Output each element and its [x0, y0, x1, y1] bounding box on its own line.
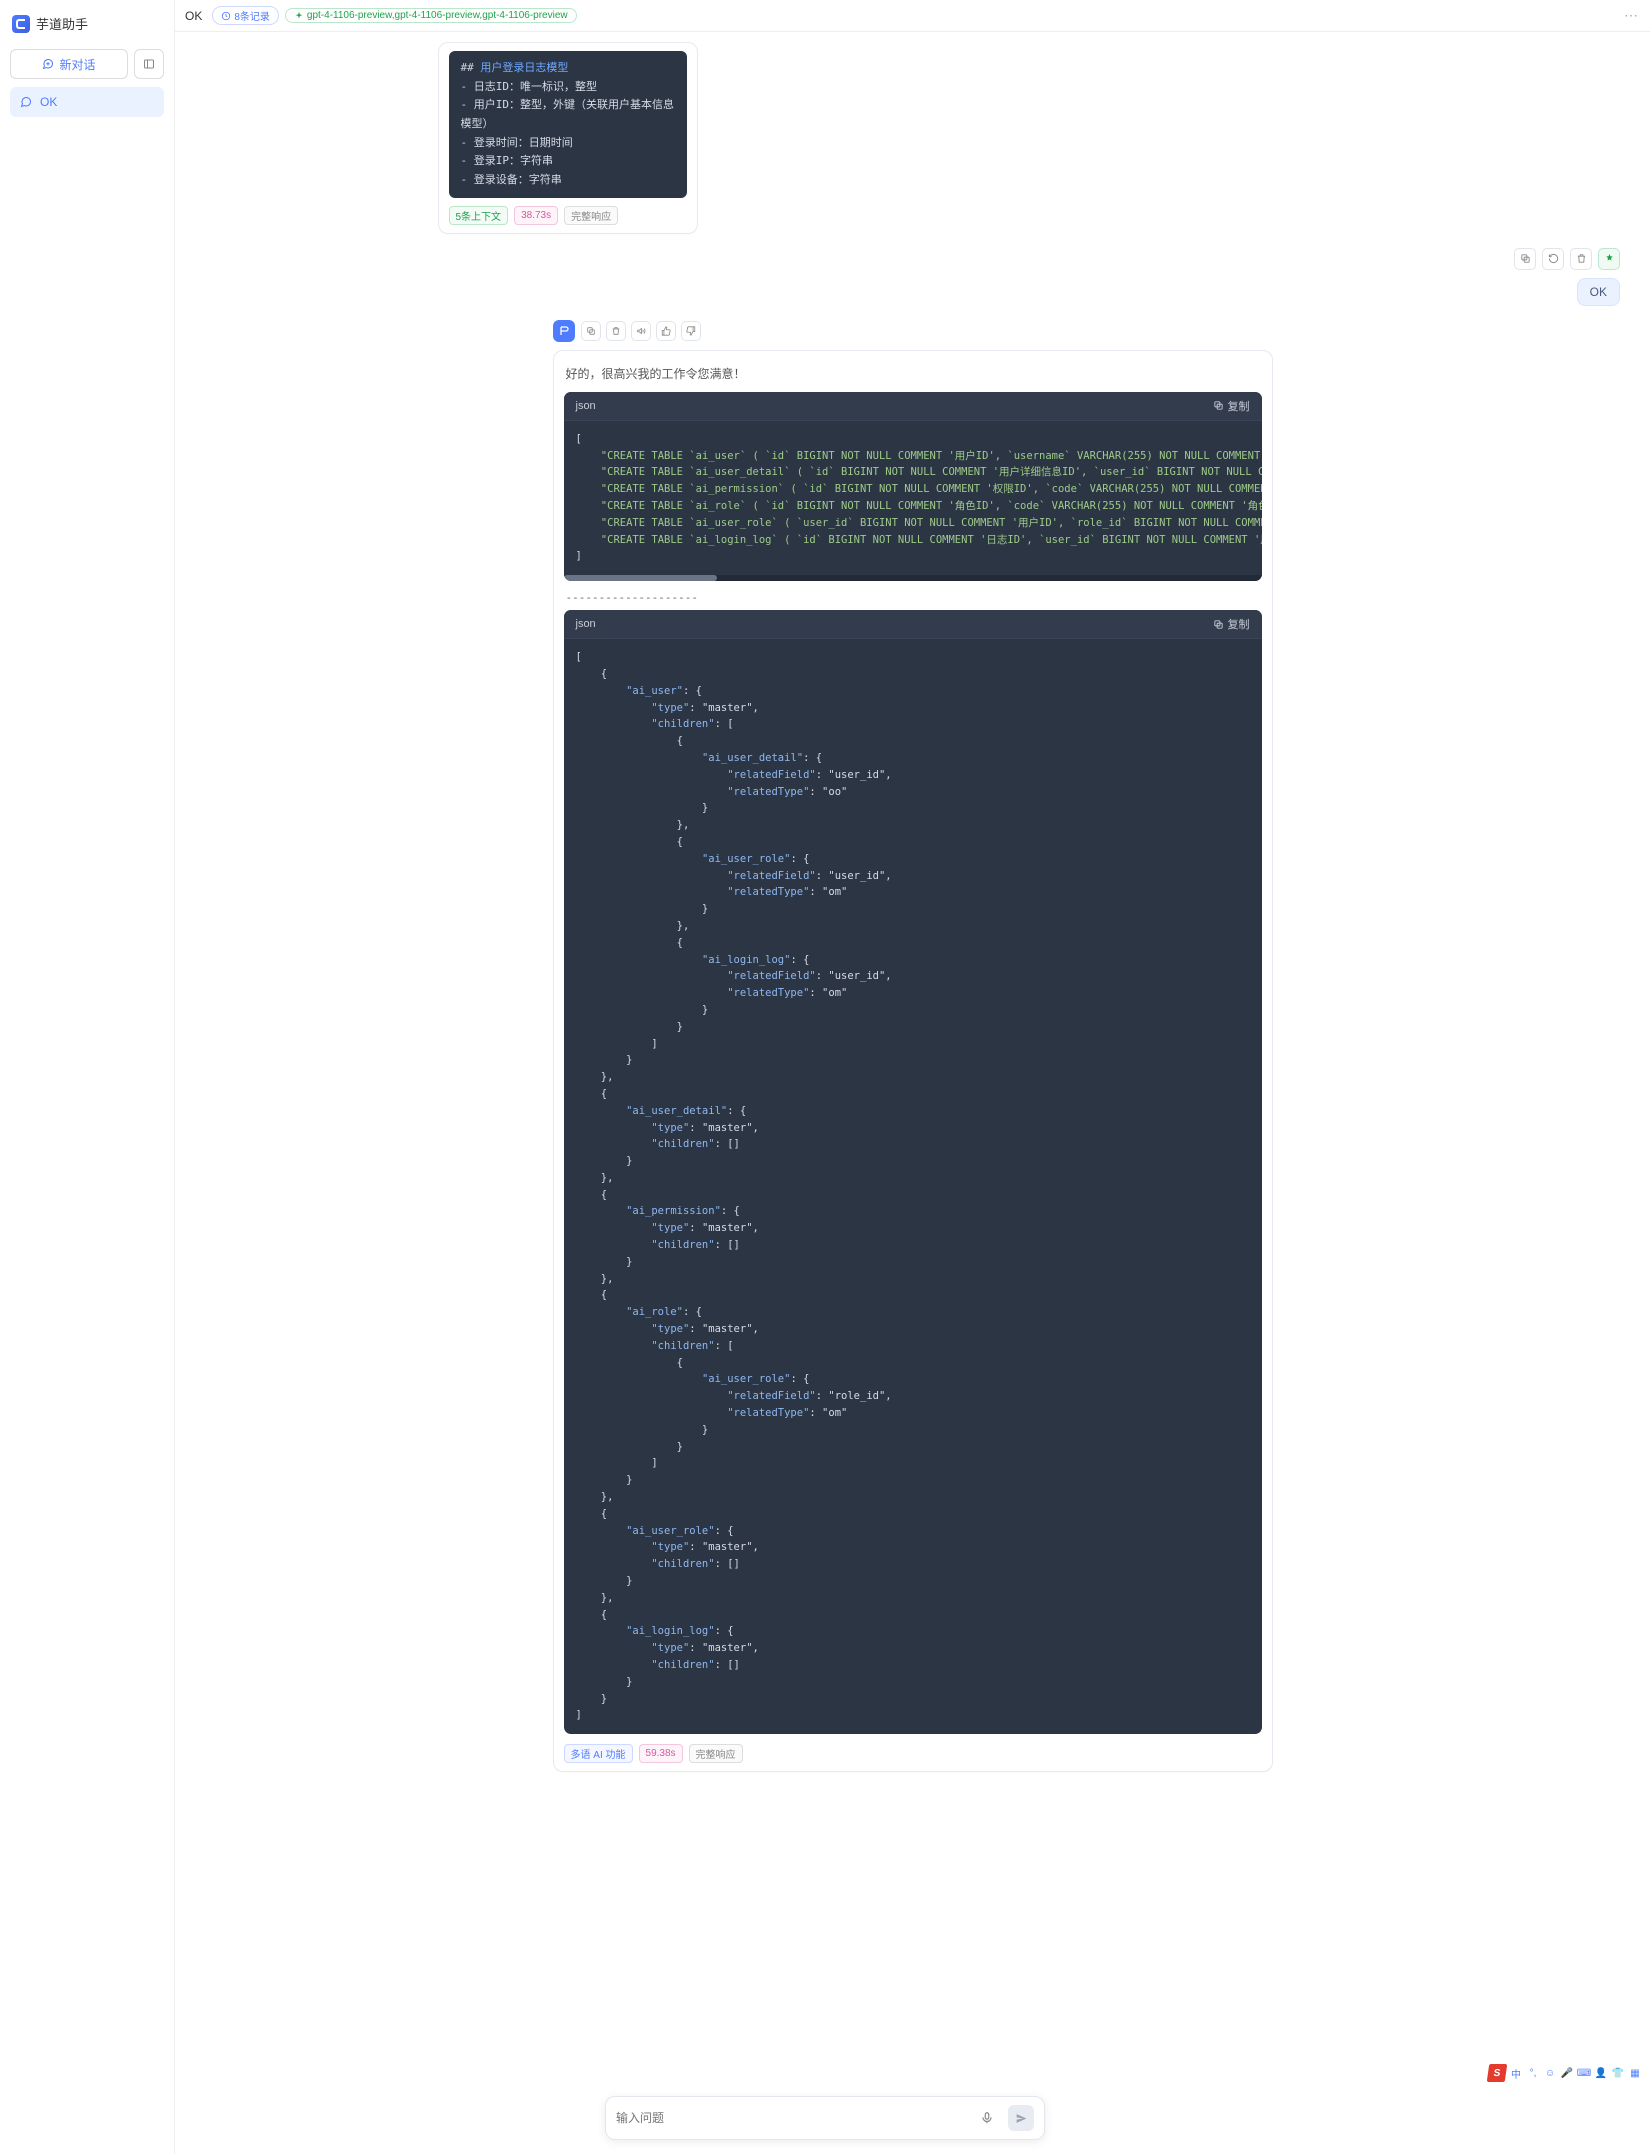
horizontal-scrollbar[interactable]	[564, 575, 1262, 581]
ime-lang-indicator[interactable]: 中	[1509, 2066, 1523, 2080]
copy-code-button[interactable]: 复制	[1213, 616, 1250, 632]
model-chip-label: gpt-4-1106-preview,gpt-4-1106-preview,gp…	[307, 10, 568, 21]
heading-hash: ##	[461, 61, 481, 74]
copy-code-button[interactable]: 复制	[1213, 398, 1250, 414]
copy-icon	[1213, 619, 1224, 630]
history-chip[interactable]: 8条记录	[212, 6, 279, 25]
thumbs-up-button[interactable]	[656, 321, 676, 341]
assistant-intro-text: 好的，很高兴我的工作令您满意！	[566, 365, 1262, 382]
more-menu-button[interactable]: ⋯	[1624, 7, 1640, 24]
copy-code-label: 复制	[1228, 616, 1250, 632]
chat-bubble-icon	[20, 96, 32, 108]
sidebar: 芋道助手 新对话 OK	[0, 0, 175, 2154]
code-block-2: json 复制 [ { "ai_user": { "type": "master…	[564, 610, 1262, 1734]
delete-button[interactable]	[1570, 248, 1592, 270]
copy-button[interactable]	[1514, 248, 1536, 270]
reply-mode-tag[interactable]: 完整响应	[564, 206, 618, 225]
multi-ai-tag[interactable]: 多语 AI 功能	[564, 1744, 633, 1763]
history-chip-label: 8条记录	[234, 8, 270, 23]
pin-button[interactable]	[1598, 248, 1620, 270]
audio-button[interactable]	[631, 321, 651, 341]
model-chip[interactable]: gpt-4-1106-preview,gpt-4-1106-preview,gp…	[285, 8, 577, 23]
plus-chat-icon	[42, 58, 54, 70]
copy-code-label: 复制	[1228, 398, 1250, 414]
chat-scroll[interactable]: ## 用户登录日志模型 - 日志ID：唯一标识，整型- 用户ID：整型，外键（关…	[175, 32, 1650, 2154]
refresh-button[interactable]	[1542, 248, 1564, 270]
heading-link[interactable]: 用户登录日志模型	[480, 61, 568, 74]
delete-response-button[interactable]	[606, 321, 626, 341]
ime-punct-icon[interactable]: °,	[1526, 2066, 1540, 2080]
topbar: OK 8条记录 gpt-4-1106-preview,gpt-4-1106-pr…	[175, 0, 1650, 32]
ime-keyboard-icon[interactable]: ⌨	[1577, 2066, 1591, 2080]
composer	[605, 2096, 1045, 2140]
thumbs-down-button[interactable]	[681, 321, 701, 341]
conversation-label: OK	[40, 95, 57, 109]
code-body[interactable]: [ { "ai_user": { "type": "master", "chil…	[564, 639, 1262, 1734]
conversation-title: OK	[185, 9, 202, 23]
bullet-line: - 日志ID：唯一标识，整型	[461, 78, 675, 97]
microphone-icon	[980, 2111, 994, 2125]
code-block-1: json 复制 [ "CREATE TABLE `ai_user` ( `id`…	[564, 392, 1262, 581]
code-lang-label: json	[576, 618, 596, 630]
copy-icon	[1213, 400, 1224, 411]
ime-tray: S 中 °, ☺ 🎤 ⌨ 👤 👕 ▦	[1484, 2062, 1646, 2084]
user-message: OK	[1577, 278, 1620, 306]
ime-emoji-icon[interactable]: ☺	[1543, 2066, 1557, 2080]
new-chat-label: 新对话	[59, 56, 95, 73]
app-logo-icon	[12, 15, 30, 33]
code-body[interactable]: [ "CREATE TABLE `ai_user` ( `id` BIGINT …	[564, 421, 1262, 575]
ime-user-icon[interactable]: 👤	[1594, 2066, 1608, 2080]
copy-response-button[interactable]	[581, 321, 601, 341]
reply-mode-tag[interactable]: 完整响应	[689, 1744, 743, 1763]
collapse-sidebar-button[interactable]	[134, 49, 164, 79]
ime-toolbox-icon[interactable]: ▦	[1628, 2066, 1642, 2080]
context-tag[interactable]: 5条上下文	[449, 206, 509, 225]
prompt-input[interactable]	[616, 2111, 966, 2125]
new-chat-button[interactable]: 新对话	[10, 49, 128, 79]
sogou-ime-icon[interactable]: S	[1487, 2064, 1508, 2082]
voice-input-button[interactable]	[974, 2105, 1000, 2131]
time-tag: 59.38s	[639, 1744, 683, 1763]
app-logo-row: 芋道助手	[10, 10, 164, 37]
time-tag: 38.73s	[514, 206, 558, 225]
assistant-header	[553, 320, 1273, 342]
bullet-line: - 登录设备：字符串	[461, 171, 675, 190]
send-icon	[1015, 2112, 1028, 2125]
code-lang-label: json	[576, 400, 596, 412]
clock-icon	[221, 11, 231, 21]
spark-icon	[294, 11, 304, 21]
assistant-message: 好的，很高兴我的工作令您满意！ json 复制 [ "CREATE TABLE …	[553, 350, 1273, 1772]
send-button[interactable]	[1008, 2105, 1034, 2131]
ime-skin-icon[interactable]: 👕	[1611, 2066, 1625, 2080]
markdown-preview-block: ## 用户登录日志模型 - 日志ID：唯一标识，整型- 用户ID：整型，外键（关…	[449, 51, 687, 198]
bullet-line: - 登录IP：字符串	[461, 152, 675, 171]
ime-voice-icon[interactable]: 🎤	[1560, 2066, 1574, 2080]
user-message-actions	[1514, 248, 1620, 270]
assistant-message: ## 用户登录日志模型 - 日志ID：唯一标识，整型- 用户ID：整型，外键（关…	[438, 42, 698, 234]
conversation-item[interactable]: OK	[10, 87, 164, 117]
app-title: 芋道助手	[36, 14, 88, 33]
bullet-line: - 用户ID：整型，外键（关联用户基本信息模型）	[461, 96, 675, 133]
divider-text: --------------------	[566, 591, 1260, 604]
user-message-text: OK	[1590, 285, 1607, 299]
assistant-avatar-icon	[553, 320, 575, 342]
sidebar-collapse-icon	[143, 58, 155, 70]
bullet-line: - 登录时间：日期时间	[461, 134, 675, 153]
